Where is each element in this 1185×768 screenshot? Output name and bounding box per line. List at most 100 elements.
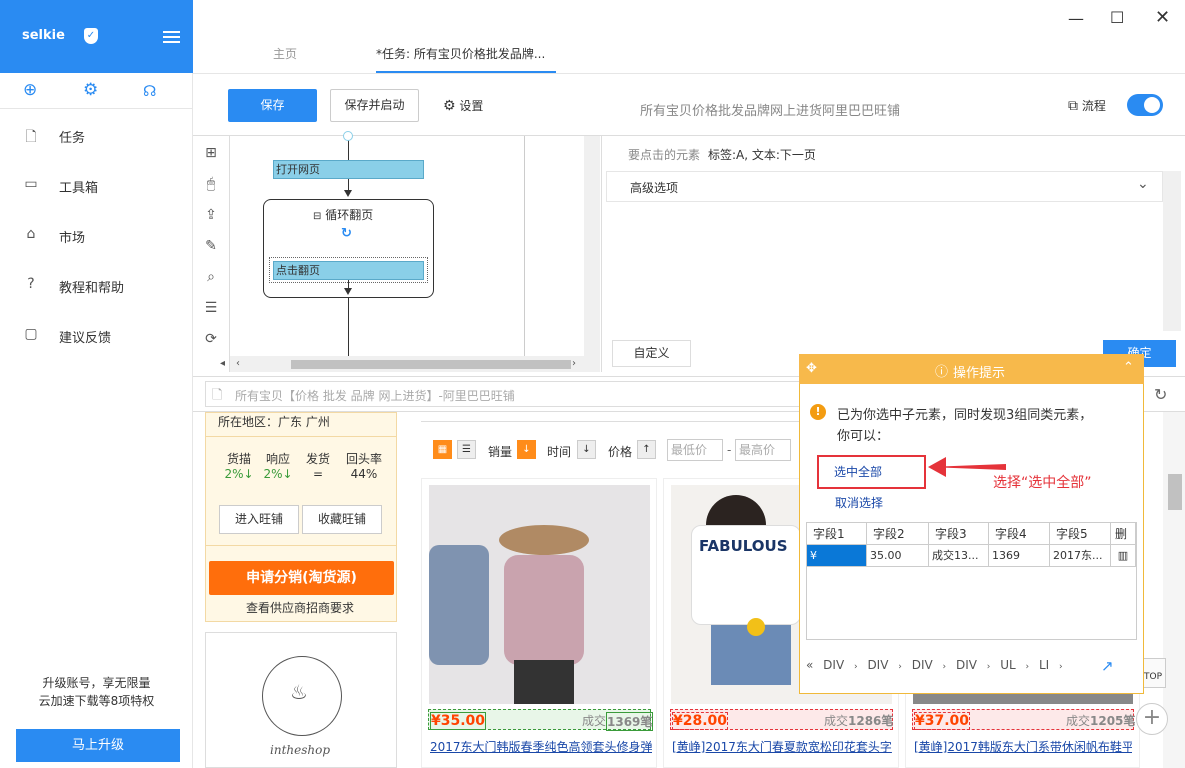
divider [193,73,1185,74]
close-icon[interactable]: ✕ [1155,7,1170,28]
cancel-selection-link[interactable]: 取消选择 [835,494,883,511]
sweater-shape [504,555,584,665]
export-icon[interactable]: ⇪ [202,206,220,224]
path-separator-icon: › [986,662,991,672]
refresh-cycle-icon[interactable]: ⟳ [202,330,220,348]
collect-shop-button[interactable]: 收藏旺铺 [302,505,382,534]
grid-view-icon[interactable]: ▦ [433,440,452,459]
mouse-icon[interactable]: 🖱 [202,175,220,193]
product-image[interactable] [913,694,1133,704]
app-logo: selkie [22,28,65,43]
click-page-step[interactable]: 点击翻页 [273,261,424,280]
sidebar-item-toolbox[interactable]: ▭ 工具箱 [0,159,193,209]
select-all-button[interactable]: 选中全部 [817,455,926,489]
external-link-icon[interactable]: ↗ [1101,657,1114,675]
sidebar-item-feedback[interactable]: ▢ 建议反馈 [0,309,193,359]
delete-row-icon[interactable]: ▥ [1111,545,1136,567]
path-separator-icon: › [898,662,902,672]
table-cell[interactable]: 成交13... [929,545,989,567]
sidebar-item-task[interactable]: 🗋 任务 [0,109,193,159]
sort-down-icon[interactable]: ↓ [517,440,536,459]
open-page-step[interactable]: 打开网页 [273,160,424,179]
product-deal-count: 1286笔 [848,714,894,728]
maximize-icon[interactable]: ☐ [1110,8,1124,27]
product-price: ¥37.00 [914,712,971,730]
product-image[interactable] [429,485,650,704]
sidebar-item-market[interactable]: ⌂ 市场 [0,209,193,259]
min-price-input[interactable]: 最低价 [667,439,723,461]
max-price-input[interactable]: 最高价 [735,439,791,461]
add-element-icon[interactable]: ⊞ [202,144,220,162]
path-node[interactable]: UL [1000,658,1015,672]
table-header: 字段3 [929,523,989,545]
product-title[interactable]: 2017东大门韩版春季纯色高领套头修身弹 [430,738,652,755]
tab-task[interactable]: *任务: 所有宝贝价格批发品牌... [376,45,545,62]
refresh-icon[interactable]: ↻ [1154,385,1167,404]
plus-icon[interactable]: + [1136,703,1168,735]
minimize-icon[interactable]: — [1068,9,1084,28]
table-cell[interactable]: ¥ [807,545,867,567]
sort-up-icon[interactable]: ↑ [637,440,656,459]
collapse-up-icon[interactable]: ⌃ [1123,360,1134,375]
captcha-icon[interactable]: ⌕ [202,268,220,286]
tab-home[interactable]: 主页 [273,45,297,62]
table-cell[interactable]: 1369 [989,545,1050,567]
flow-toggle[interactable] [1127,94,1163,116]
save-and-start-button[interactable]: 保存并启动 [330,89,419,122]
price-dash: - [727,443,732,457]
collapse-icon[interactable]: ⊟ [313,211,321,222]
path-node[interactable]: DIV [912,658,933,672]
flow-vertical-scrollbar[interactable] [584,136,600,358]
settings-button[interactable]: ⚙ 设置 [443,97,483,114]
move-icon[interactable]: ✥ [806,361,817,376]
sort-time-label[interactable]: 时间 [547,443,571,460]
enter-shop-button[interactable]: 进入旺铺 [219,505,299,534]
sidebar-item-label: 工具箱 [59,181,99,196]
sidebar-quick-icons: ⊕ ⚙ ☊ [0,73,193,109]
table-cell[interactable]: 2017东... [1050,545,1111,567]
loop-step-title: ⊟ 循环翻页 [313,206,373,223]
product-title[interactable]: [黄峥]2017韩版东大门系带休闲帆布鞋平 [914,738,1132,755]
scroll-right-arrow-icon[interactable]: › [572,358,576,369]
list-icon[interactable]: ☰ [202,299,220,317]
divider [421,421,801,422]
sort-price-label[interactable]: 价格 [608,443,632,460]
path-separator-icon: › [942,662,947,672]
table-cell[interactable]: 35.00 [867,545,929,567]
fries-icon: ♨ [290,680,308,704]
sort-sales-label[interactable]: 销量 [488,443,512,460]
chevron-down-icon[interactable]: ⌄ [1137,176,1149,192]
edit-icon[interactable]: ✎ [202,237,220,255]
shield-icon[interactable]: ✓ [84,28,98,44]
list-view-icon[interactable]: ☰ [457,440,476,459]
popup-title: 操作提示 [953,366,1006,381]
product-deal-label: 成交 [1066,714,1091,728]
path-back-icon[interactable]: « [806,658,813,672]
path-node[interactable]: DIV [867,658,888,672]
upgrade-button[interactable]: 马上升级 [16,729,180,762]
path-node[interactable]: DIV [956,658,977,672]
sidebar-item-help[interactable]: ? 教程和帮助 [0,259,193,309]
scroll-left-arrow-icon[interactable]: ‹ [236,358,240,369]
add-circle-icon[interactable]: ⊕ [23,80,37,100]
stat-value: 2%↓ [263,467,293,481]
sort-down-icon[interactable]: ↓ [577,440,596,459]
path-node[interactable]: DIV [823,658,844,672]
scroll-left-icon[interactable]: ◂ [220,358,225,369]
save-button[interactable]: 保存 [228,89,317,122]
custom-button[interactable]: 自定义 [612,340,691,367]
scroll-thumb[interactable] [291,360,571,369]
element-path: « DIV › DIV › DIV › DIV › UL › LI › [806,658,1063,672]
path-node[interactable]: LI [1039,658,1049,672]
supplier-requirements-link[interactable]: 查看供应商招商要求 [246,599,354,616]
apply-distribution-button[interactable]: 申请分销(淘货源) [209,561,394,595]
scroll-thumb[interactable] [1168,474,1182,510]
gear-icon[interactable]: ⚙ [83,80,98,100]
advanced-options-dropdown[interactable] [606,171,1163,202]
help-icon: ? [27,276,35,292]
product-title[interactable]: [黄峥]2017东大门春夏款宽松印花套头字 [672,738,894,755]
headset-icon[interactable]: ☊ [143,82,156,100]
panel-scrollbar[interactable] [1163,171,1181,331]
feedback-icon: ▢ [24,326,38,342]
hamburger-menu-icon[interactable] [163,31,180,43]
